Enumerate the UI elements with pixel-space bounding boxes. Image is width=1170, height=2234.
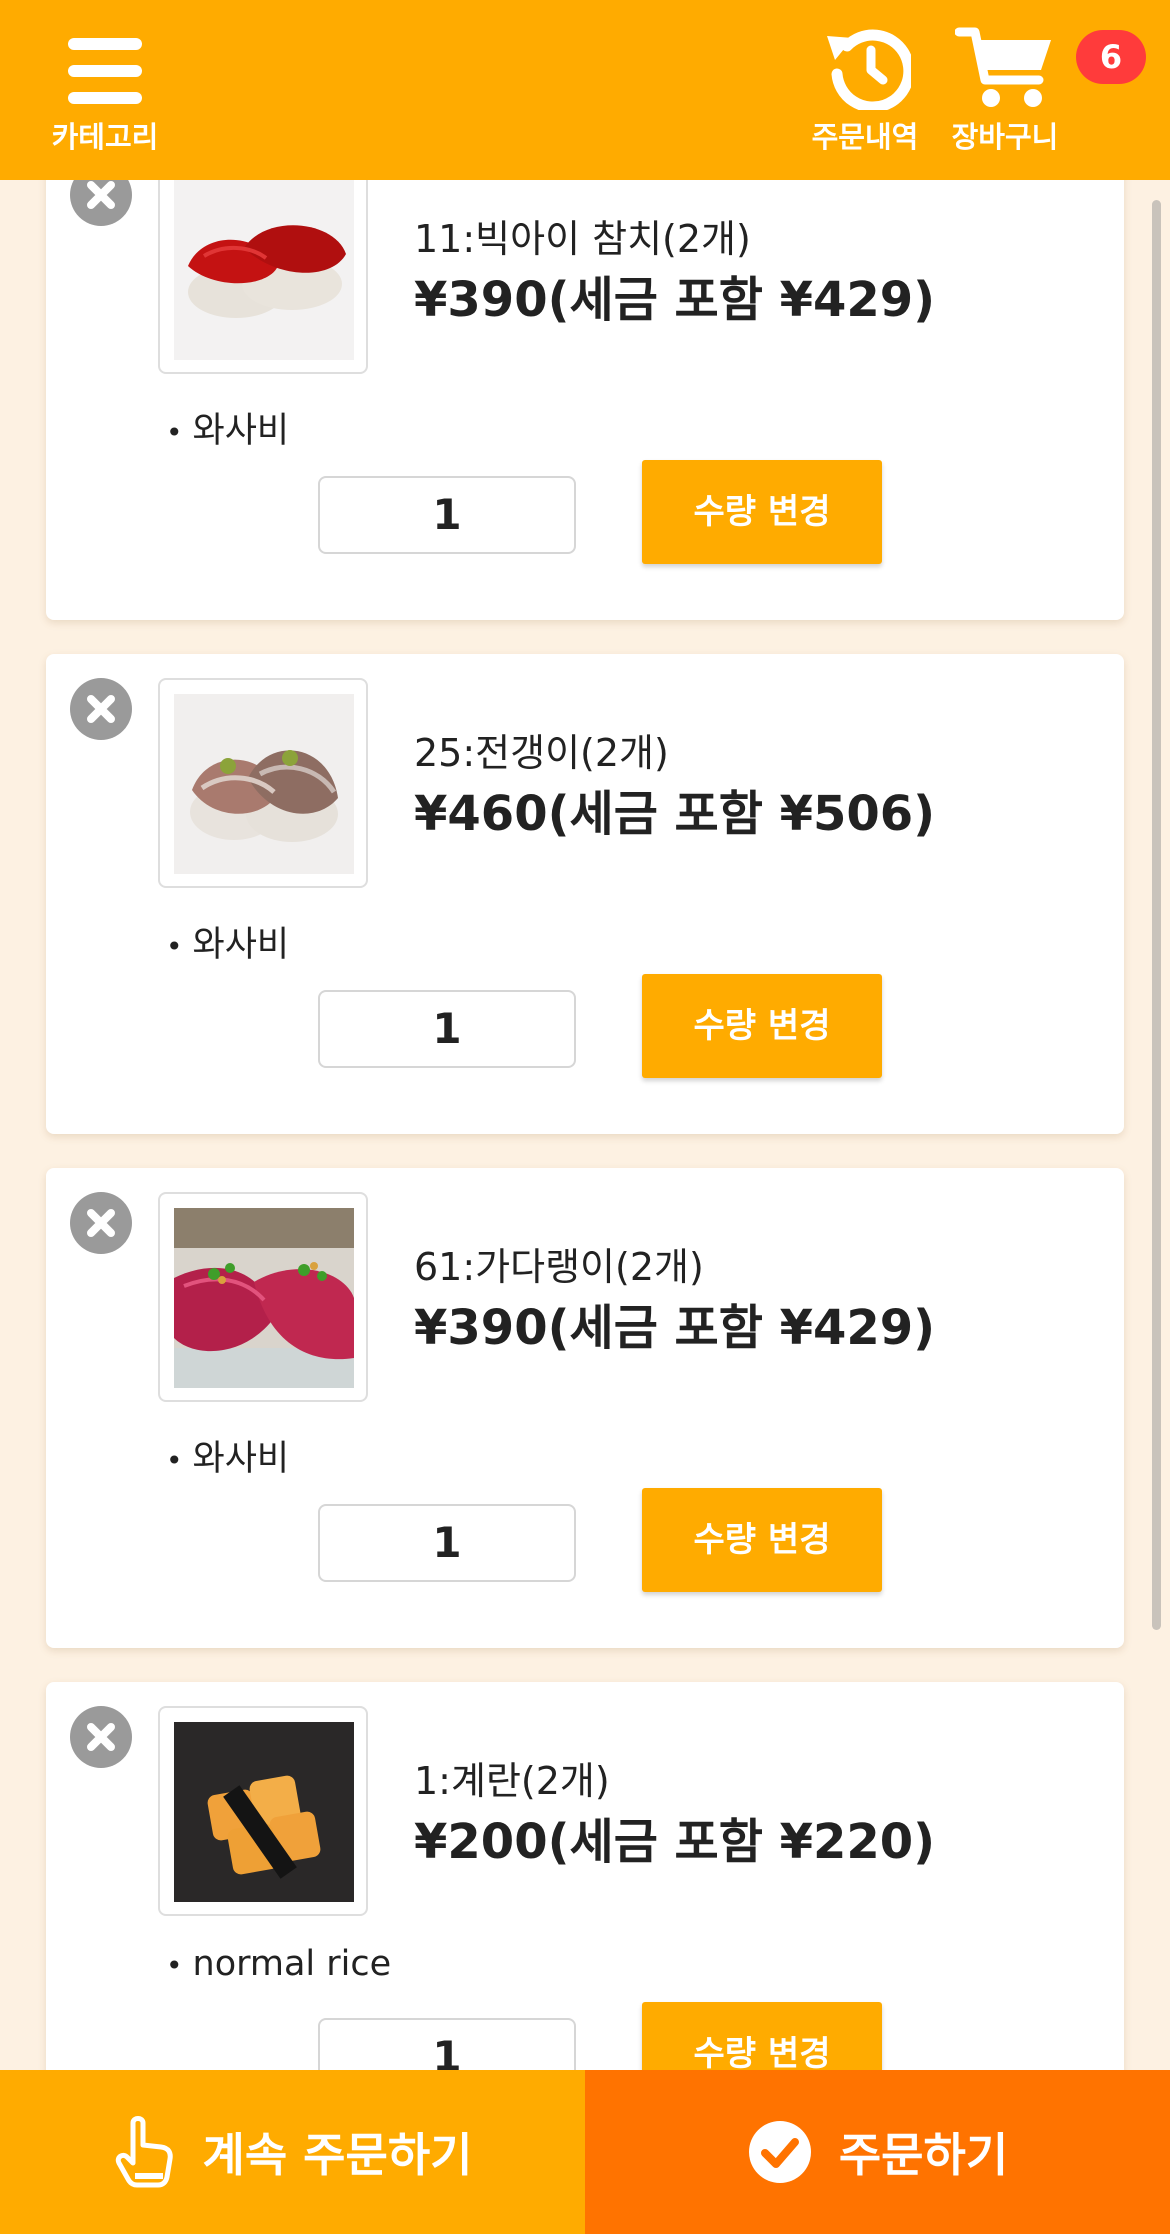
continue-ordering-label: 계속 주문하기	[202, 2128, 473, 2182]
close-icon	[87, 695, 115, 723]
cart-item-card: 25:전갱이(2개) ¥460(세금 포함 ¥506) • 와사비 1 수량 변경	[46, 654, 1124, 1134]
item-name: 1:계란(2개)	[414, 1759, 610, 1803]
category-label: 카테고리	[51, 120, 159, 154]
history-icon	[827, 29, 911, 110]
option-label: 와사비	[192, 1439, 290, 1479]
item-name: 25:전갱이(2개)	[414, 731, 669, 775]
cart-item-card: 61:가다랭이(2개) ¥390(세금 포함 ¥429) • 와사비 1 수량 변…	[46, 1168, 1124, 1648]
check-circle-icon	[748, 2121, 811, 2183]
item-name: 61:가다랭이(2개)	[414, 1245, 704, 1289]
remove-item-button[interactable]	[70, 180, 132, 226]
change-quantity-button[interactable]: 수량 변경	[642, 2002, 882, 2070]
close-icon	[87, 181, 115, 209]
item-option: • 와사비	[166, 925, 290, 965]
cart-label: 장바구니	[951, 120, 1059, 154]
bottom-action-bar: 계속 주문하기 주문하기	[0, 2070, 1170, 2234]
app-header: 카테고리 주문내역 장바구니	[0, 0, 1170, 180]
option-label: 와사비	[192, 411, 290, 451]
item-price: ¥460(세금 포함 ¥506)	[414, 786, 936, 842]
option-label: normal rice	[192, 1944, 392, 1984]
place-order-label: 주문하기	[838, 2128, 1009, 2182]
cart-button[interactable]: 장바구니	[940, 24, 1070, 156]
scrollbar[interactable]	[1152, 200, 1161, 1630]
item-option: • 와사비	[166, 411, 290, 451]
horse-mackerel-sushi-image	[174, 694, 354, 874]
change-quantity-button[interactable]: 수량 변경	[642, 974, 882, 1078]
item-option: • normal rice	[166, 1944, 392, 1984]
close-icon	[87, 1723, 115, 1751]
item-thumbnail	[158, 180, 368, 374]
remove-item-button[interactable]	[70, 678, 132, 740]
cart-icon	[955, 27, 1051, 107]
hand-pointer-icon	[115, 2116, 173, 2188]
order-history-button[interactable]: 주문내역	[800, 24, 930, 156]
quantity-input[interactable]: 1	[318, 476, 576, 554]
item-price: ¥200(세금 포함 ¥220)	[414, 1814, 936, 1870]
category-menu-button[interactable]: 카테고리	[40, 30, 170, 156]
item-name: 11:빅아이 참치(2개)	[414, 217, 751, 261]
change-quantity-button[interactable]: 수량 변경	[642, 460, 882, 564]
bonito-sushi-image	[174, 1208, 354, 1388]
place-order-button[interactable]: 주문하기	[585, 2070, 1170, 2234]
quantity-input[interactable]: 1	[318, 2018, 576, 2070]
item-price: ¥390(세금 포함 ¥429)	[414, 272, 936, 328]
quantity-input[interactable]: 1	[318, 990, 576, 1068]
item-thumbnail	[158, 1192, 368, 1402]
remove-item-button[interactable]	[70, 1706, 132, 1768]
option-label: 와사비	[192, 925, 290, 965]
cart-count-badge: 6	[1076, 30, 1146, 84]
order-history-label: 주문내역	[811, 120, 919, 154]
close-icon	[87, 1209, 115, 1237]
cart-item-card: 11:빅아이 참치(2개) ¥390(세금 포함 ¥429) • 와사비 1 수량…	[46, 180, 1124, 620]
cart-item-list[interactable]: 11:빅아이 참치(2개) ¥390(세금 포함 ¥429) • 와사비 1 수량…	[0, 180, 1170, 2070]
change-quantity-button[interactable]: 수량 변경	[642, 1488, 882, 1592]
remove-item-button[interactable]	[70, 1192, 132, 1254]
item-price: ¥390(세금 포함 ¥429)	[414, 1300, 936, 1356]
continue-ordering-button[interactable]: 계속 주문하기	[0, 2070, 585, 2234]
hamburger-icon	[68, 38, 142, 104]
item-thumbnail	[158, 1706, 368, 1916]
quantity-input[interactable]: 1	[318, 1504, 576, 1582]
item-option: • 와사비	[166, 1439, 290, 1479]
egg-sushi-image	[174, 1722, 354, 1902]
tuna-sushi-image	[174, 180, 354, 360]
item-thumbnail	[158, 678, 368, 888]
cart-item-card: 1:계란(2개) ¥200(세금 포함 ¥220) • normal rice 1…	[46, 1682, 1124, 2070]
